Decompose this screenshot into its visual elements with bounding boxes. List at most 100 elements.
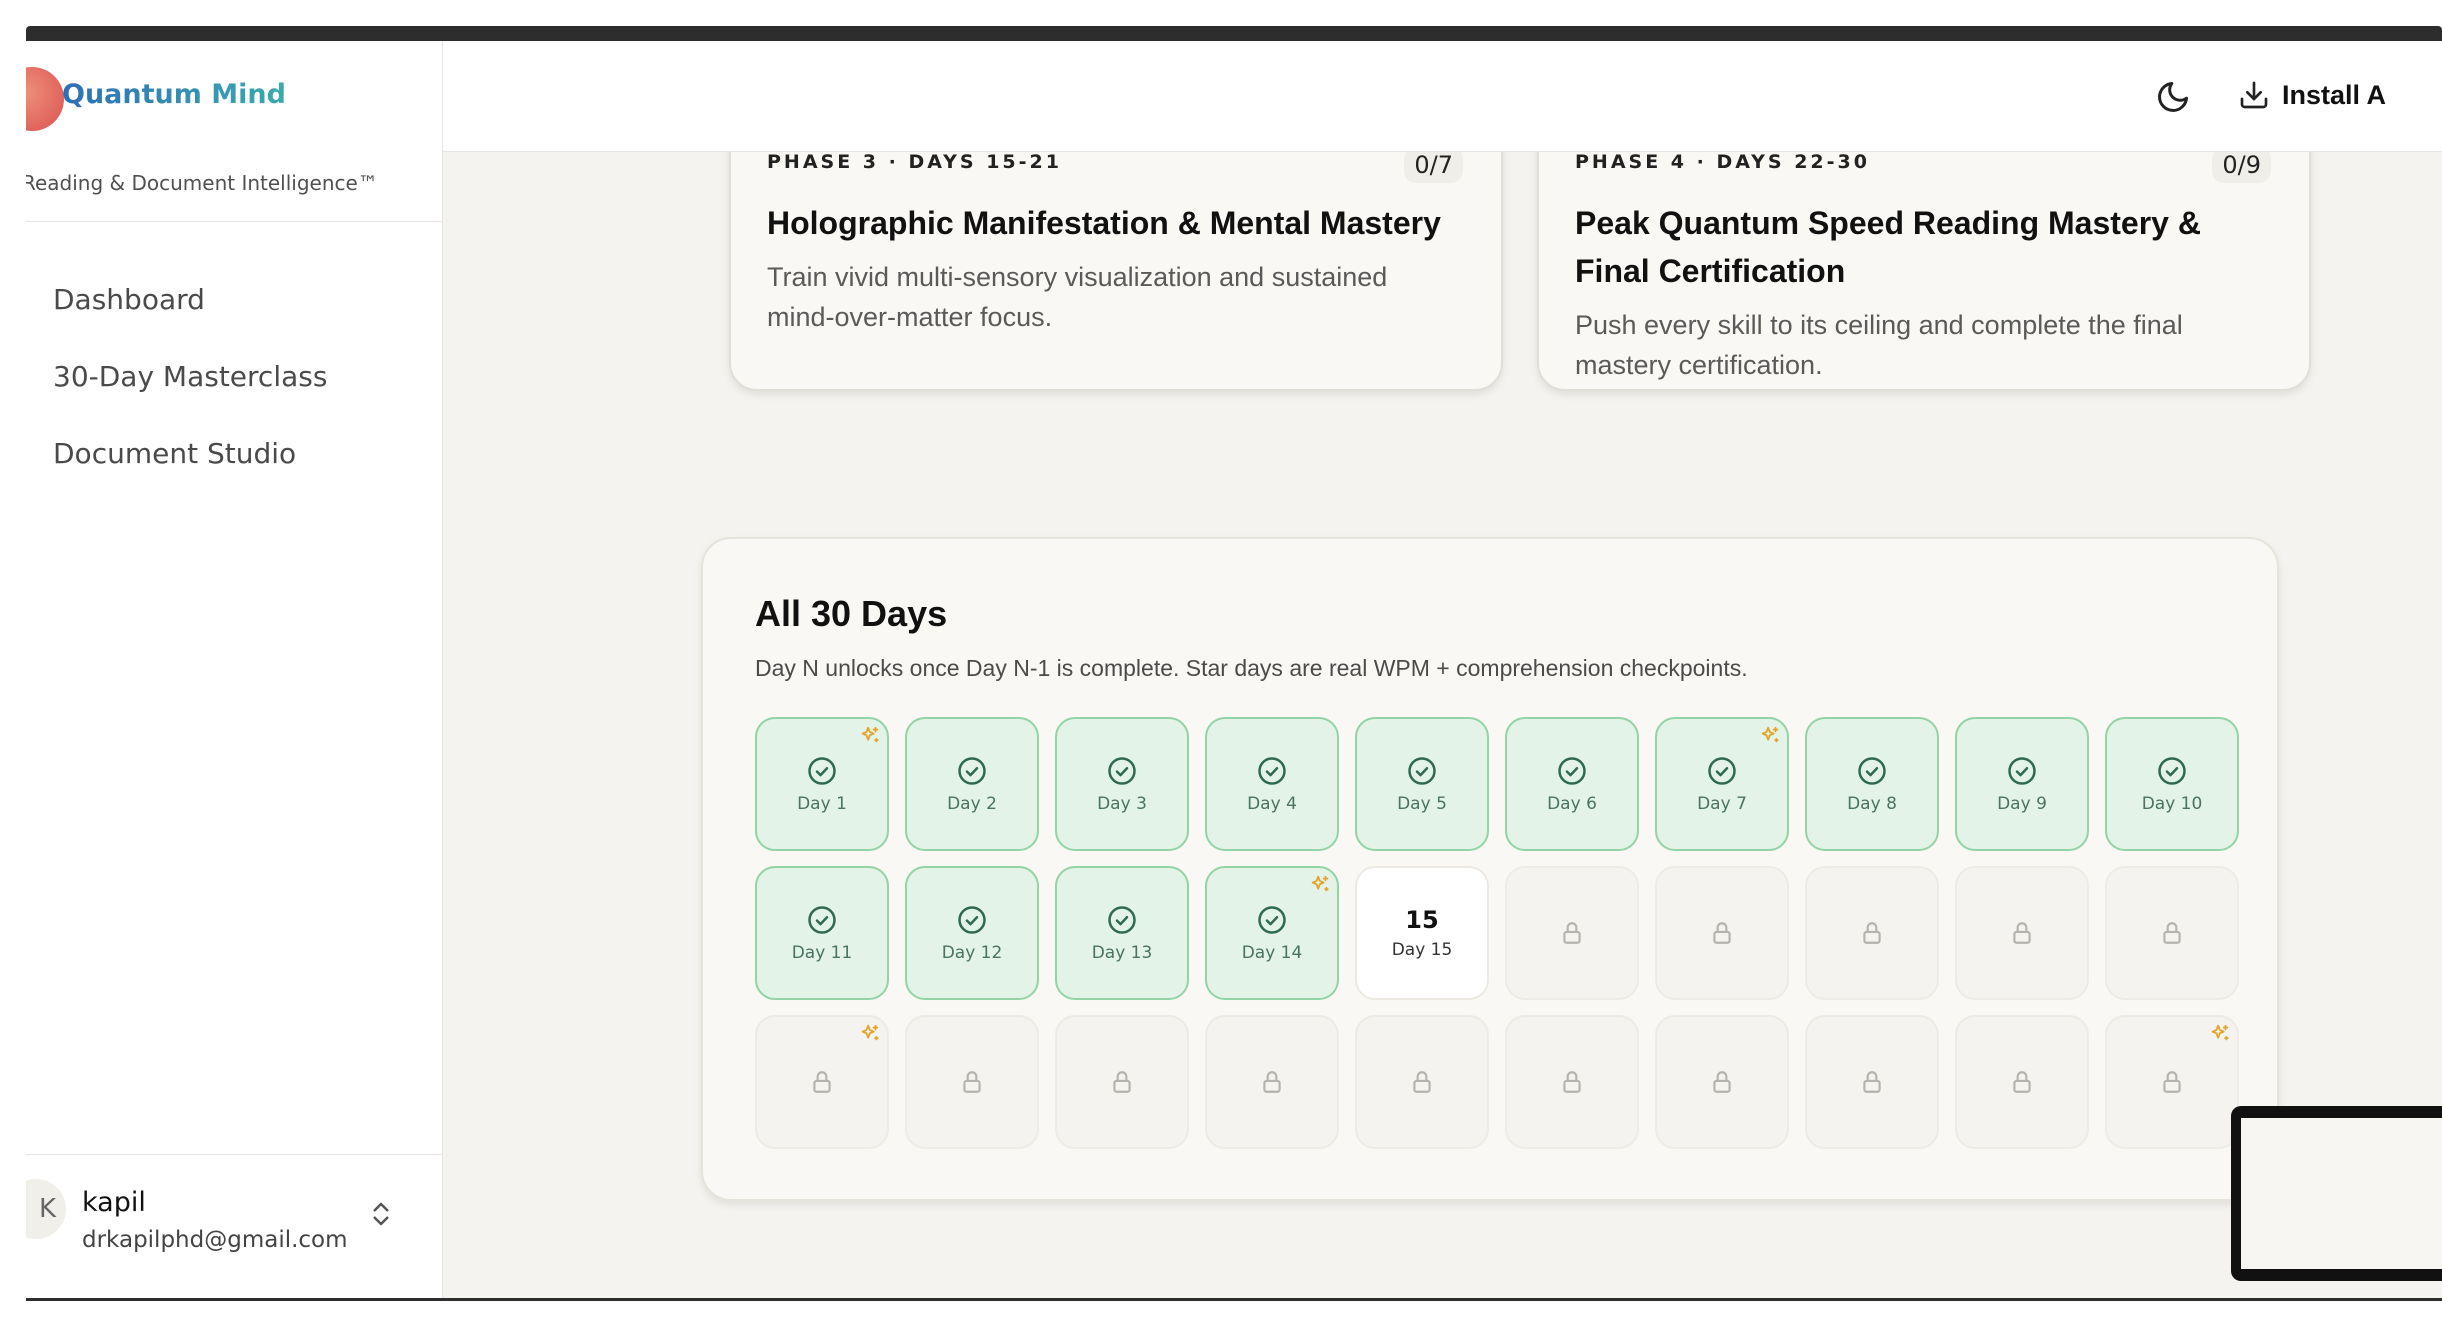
brand-tagline: Reading & Document Intelligence™ — [26, 171, 378, 195]
sidebar-divider — [26, 221, 442, 222]
lock-icon — [813, 1071, 831, 1093]
day-tile[interactable]: Day 3 — [1055, 717, 1189, 851]
lock-icon — [1563, 1071, 1581, 1093]
grid-icon: ] — [26, 285, 36, 315]
day-tile — [1955, 1015, 2089, 1149]
brand-logo-icon — [26, 67, 64, 131]
day-tile[interactable]: Day 1 — [755, 717, 889, 851]
day-tile[interactable]: Day 6 — [1505, 717, 1639, 851]
install-app-button[interactable]: Install A — [2238, 75, 2386, 115]
check-circle-icon — [1858, 757, 1886, 785]
day-tile[interactable]: Day 11 — [755, 866, 889, 1000]
lock-icon — [1563, 922, 1581, 944]
all-days-card: All 30 Days Day N unlocks once Day N-1 i… — [701, 537, 2279, 1201]
day-label: Day 1 — [797, 794, 847, 814]
lock-icon — [1263, 1071, 1281, 1093]
sidebar-item-document-studio[interactable]: ] Document Studio — [26, 425, 442, 481]
top-header: Install A — [443, 41, 2442, 152]
day-tile — [1655, 1015, 1789, 1149]
day-label: Day 13 — [1091, 943, 1153, 963]
sidebar-item-masterclass[interactable]: ) 30-Day Masterclass — [26, 348, 442, 404]
sidebar-divider — [26, 1154, 442, 1155]
section-subtitle: Day N unlocks once Day N-1 is complete. … — [755, 655, 1748, 681]
lock-icon — [963, 1071, 981, 1093]
check-circle-icon — [2158, 757, 2186, 785]
check-circle-icon — [1558, 757, 1586, 785]
sparkle-icon — [1761, 726, 1779, 743]
day-tile[interactable]: Day 2 — [905, 717, 1039, 851]
window-top-bar — [26, 26, 2442, 41]
day-tile[interactable]: 15 Day 15 — [1355, 866, 1489, 1000]
sidebar-item-label: Document Studio — [53, 436, 297, 470]
lock-icon — [1413, 1071, 1431, 1093]
day-tile[interactable]: Day 5 — [1355, 717, 1489, 851]
day-tile — [1955, 866, 2089, 1000]
window-bottom-edge — [26, 1298, 2442, 1301]
phase-progress-badge: 0/9 — [2212, 147, 2271, 183]
day-tile — [755, 1015, 889, 1149]
user-email: drkapilphd@gmail.com — [82, 1227, 348, 1253]
day-tile[interactable]: Day 12 — [905, 866, 1039, 1000]
circle-icon: ) — [26, 362, 36, 392]
preview-image — [2241, 1118, 2442, 1269]
phase-progress-badge: 0/7 — [1404, 147, 1463, 183]
lock-icon — [1713, 1071, 1731, 1093]
check-circle-icon — [1108, 757, 1136, 785]
day-tile — [1805, 1015, 1939, 1149]
day-tile — [1505, 1015, 1639, 1149]
screen-preview-thumbnail[interactable] — [2231, 1106, 2442, 1281]
brand-name: Quantum Mind — [62, 79, 286, 110]
day-tile[interactable]: Day 13 — [1055, 866, 1189, 1000]
lock-icon — [1713, 922, 1731, 944]
user-name: kapil — [82, 1187, 146, 1218]
sidebar-item-label: 30-Day Masterclass — [53, 359, 328, 393]
day-tile — [1805, 866, 1939, 1000]
doc-icon: ] — [26, 439, 36, 469]
day-tile — [1355, 1015, 1489, 1149]
phase-description: Train vivid multi-sensory visualization … — [767, 262, 1388, 332]
sparkle-icon — [861, 726, 879, 743]
lock-icon — [2163, 922, 2181, 944]
day-tile — [2105, 1015, 2239, 1149]
day-label: Day 9 — [1997, 794, 2047, 814]
chevron-up-down-icon[interactable] — [366, 1199, 396, 1229]
day-label: Day 14 — [1241, 943, 1303, 963]
day-label: Day 7 — [1697, 794, 1747, 814]
day-label: Day 11 — [791, 943, 853, 963]
day-number: 15 — [1405, 906, 1439, 934]
day-tile[interactable]: Day 14 — [1205, 866, 1339, 1000]
day-grid: Day 1 Day 2 Day 3 Day 4 Day 5 Day 6 Day 7 Day 8… — [755, 717, 2239, 1149]
phase-title: Holographic Manifestation & Mental Maste… — [767, 205, 1441, 241]
day-tile[interactable]: Day 4 — [1205, 717, 1339, 851]
day-label: Day 6 — [1547, 794, 1597, 814]
check-circle-icon — [808, 906, 836, 934]
day-label: Day 10 — [2141, 794, 2203, 814]
lock-icon — [1863, 922, 1881, 944]
check-circle-icon — [1108, 906, 1136, 934]
day-label: Day 5 — [1397, 794, 1447, 814]
moon-icon[interactable] — [2155, 79, 2191, 115]
day-tile[interactable]: Day 9 — [1955, 717, 2089, 851]
check-circle-icon — [1708, 757, 1736, 785]
day-label: Day 3 — [1097, 794, 1147, 814]
sparkle-icon — [861, 1024, 879, 1041]
main-content: PHASE 3 · DAYS 15-21 0/7 Holographic Man… — [443, 91, 2442, 1301]
sidebar: Quantum Mind Reading & Document Intellig… — [26, 41, 443, 1301]
check-circle-icon — [1258, 906, 1286, 934]
lock-icon — [2013, 1071, 2031, 1093]
sidebar-item-dashboard[interactable]: ] Dashboard — [26, 271, 442, 327]
day-label: Day 15 — [1391, 940, 1453, 960]
phase-description: Push every skill to its ceiling and comp… — [1575, 310, 2183, 380]
check-circle-icon — [808, 757, 836, 785]
section-title: All 30 Days — [755, 593, 948, 634]
day-tile — [1505, 866, 1639, 1000]
phase-title: Peak Quantum Speed Reading Mastery & Fin… — [1575, 205, 2201, 289]
day-tile[interactable]: Day 10 — [2105, 717, 2239, 851]
day-tile[interactable]: Day 8 — [1805, 717, 1939, 851]
day-tile[interactable]: Day 7 — [1655, 717, 1789, 851]
brand[interactable]: Quantum Mind — [26, 41, 442, 151]
phase-kicker: PHASE 4 · DAYS 22-30 — [1575, 151, 1870, 173]
day-label: Day 4 — [1247, 794, 1297, 814]
app-frame: Quantum Mind Reading & Document Intellig… — [26, 41, 2442, 1301]
avatar: K — [26, 1179, 66, 1239]
